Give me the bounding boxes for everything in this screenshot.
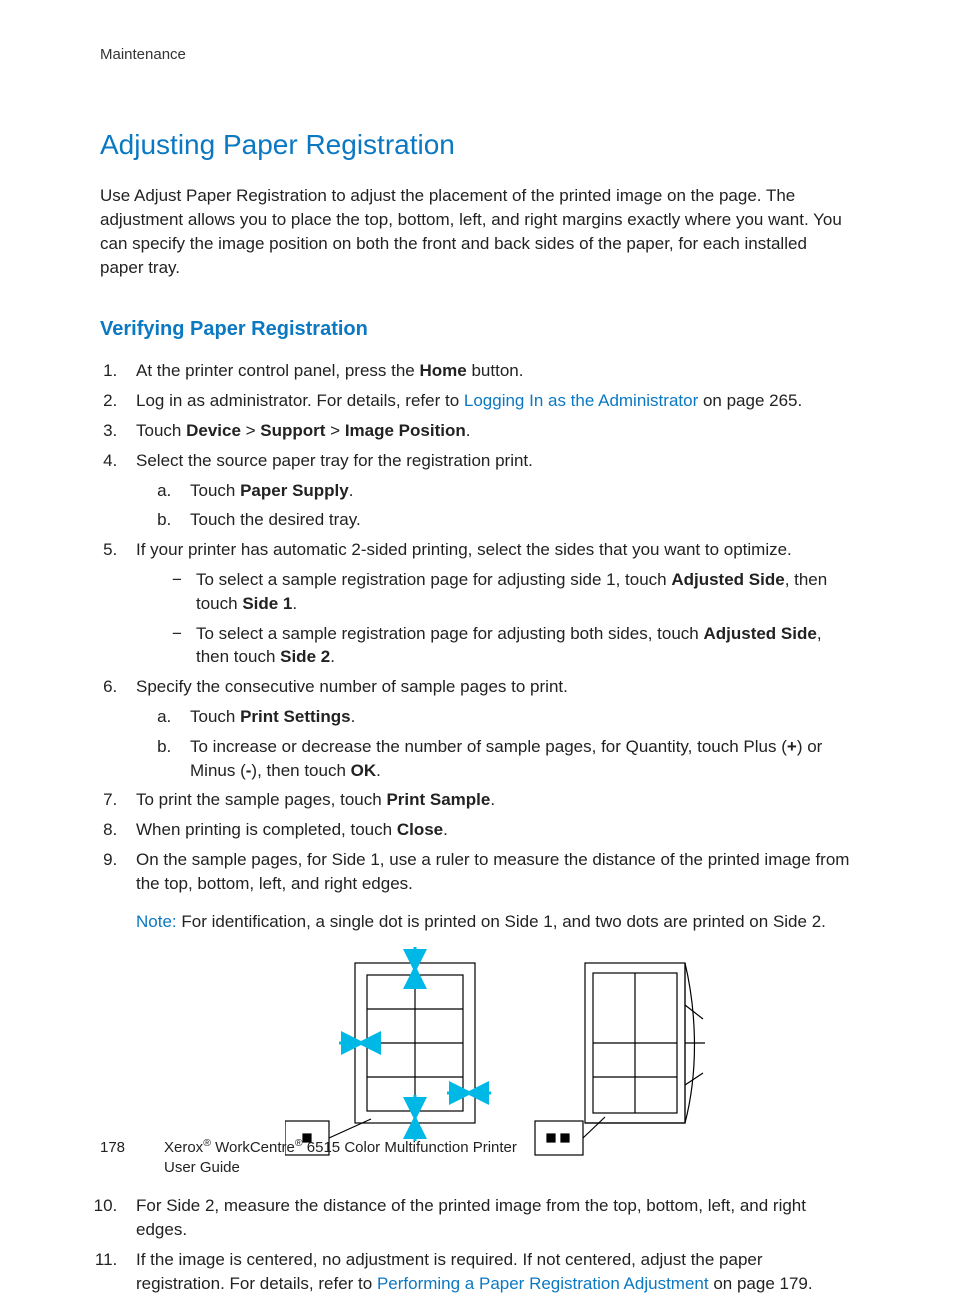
- link-login-admin[interactable]: Logging In as the Administrator: [464, 391, 698, 410]
- text: If your printer has automatic 2-sided pr…: [136, 540, 792, 559]
- text: >: [241, 421, 260, 440]
- text: .: [376, 761, 381, 780]
- step-9: On the sample pages, for Side 1, use a r…: [122, 848, 854, 1172]
- step-8: When printing is completed, touch Close.: [122, 818, 854, 842]
- step-1: At the printer control panel, press the …: [122, 359, 854, 383]
- step-6-sublist: Touch Print Settings. To increase or dec…: [136, 705, 854, 782]
- footer: 178 Xerox® WorkCentre® 6515 Color Multif…: [100, 1137, 517, 1177]
- section-title: Adjusting Paper Registration: [100, 125, 854, 164]
- bold: Print Settings: [240, 707, 351, 726]
- footer-line-2: User Guide: [164, 1158, 517, 1178]
- text: .: [443, 820, 448, 839]
- note-label: Note:: [136, 912, 177, 931]
- step-3: Touch Device > Support > Image Position.: [122, 419, 854, 443]
- text: ), then touch: [251, 761, 350, 780]
- text: on page 265.: [698, 391, 802, 410]
- bold: Print Sample: [386, 790, 490, 809]
- text: .: [292, 594, 297, 613]
- bold: Adjusted Side: [703, 624, 816, 643]
- text: To select a sample registration page for…: [196, 624, 703, 643]
- text: Specify the consecutive number of sample…: [136, 677, 568, 696]
- bold: Home: [420, 361, 467, 380]
- running-head: Maintenance: [100, 44, 854, 65]
- bold: Adjusted Side: [671, 570, 784, 589]
- text: To increase or decrease the number of sa…: [190, 737, 787, 756]
- bold: OK: [351, 761, 377, 780]
- bold: Image Position: [345, 421, 466, 440]
- text: >: [325, 421, 344, 440]
- text: on page 179.: [709, 1274, 813, 1293]
- text: .: [466, 421, 471, 440]
- bold: Close: [397, 820, 443, 839]
- text: When printing is completed, touch: [136, 820, 397, 839]
- step-4b: Touch the desired tray.: [176, 508, 854, 532]
- step-6a: Touch Print Settings.: [176, 705, 854, 729]
- text: To select a sample registration page for…: [196, 570, 671, 589]
- step-6b: To increase or decrease the number of sa…: [176, 735, 854, 783]
- text: Touch: [190, 707, 240, 726]
- step-4-sublist: Touch Paper Supply. Touch the desired tr…: [136, 479, 854, 533]
- text: .: [490, 790, 495, 809]
- step-5-dash-2: To select a sample registration page for…: [172, 622, 854, 670]
- text: Select the source paper tray for the reg…: [136, 451, 533, 470]
- step-5: If your printer has automatic 2-sided pr…: [122, 538, 854, 669]
- bold: Support: [260, 421, 325, 440]
- note-text: For identification, a single dot is prin…: [177, 912, 826, 931]
- step-5-dash-1: To select a sample registration page for…: [172, 568, 854, 616]
- text: button.: [467, 361, 524, 380]
- page-number: 178: [100, 1137, 140, 1177]
- page: Maintenance Adjusting Paper Registration…: [0, 0, 954, 1235]
- text: On the sample pages, for Side 1, use a r…: [136, 850, 849, 893]
- text: .: [351, 707, 356, 726]
- step-4: Select the source paper tray for the reg…: [122, 449, 854, 532]
- text: To print the sample pages, touch: [136, 790, 386, 809]
- footer-text: Xerox® WorkCentre® 6515 Color Multifunct…: [164, 1137, 517, 1177]
- text: .: [349, 481, 354, 500]
- text: Log in as administrator. For details, re…: [136, 391, 464, 410]
- step-11: If the image is centered, no adjustment …: [122, 1248, 854, 1295]
- text: Touch: [136, 421, 186, 440]
- text: Touch: [190, 481, 240, 500]
- step-5-sublist: To select a sample registration page for…: [136, 568, 854, 669]
- diagram-svg: [285, 945, 705, 1165]
- link-registration-adjust[interactable]: Performing a Paper Registration Adjustme…: [377, 1274, 709, 1293]
- bold: Paper Supply: [240, 481, 349, 500]
- step-2: Log in as administrator. For details, re…: [122, 389, 854, 413]
- note: Note: For identification, a single dot i…: [136, 910, 854, 934]
- bold: Side 1: [242, 594, 292, 613]
- step-7: To print the sample pages, touch Print S…: [122, 788, 854, 812]
- bold: Device: [186, 421, 241, 440]
- footer-line-1: Xerox® WorkCentre® 6515 Color Multifunct…: [164, 1137, 517, 1158]
- step-6: Specify the consecutive number of sample…: [122, 675, 854, 782]
- step-4a: Touch Paper Supply.: [176, 479, 854, 503]
- subsection-title: Verifying Paper Registration: [100, 315, 854, 343]
- intro-paragraph: Use Adjust Paper Registration to adjust …: [100, 184, 854, 279]
- bold: Side 2: [280, 647, 330, 666]
- text: At the printer control panel, press the: [136, 361, 420, 380]
- bold: +: [787, 737, 797, 756]
- text: .: [330, 647, 335, 666]
